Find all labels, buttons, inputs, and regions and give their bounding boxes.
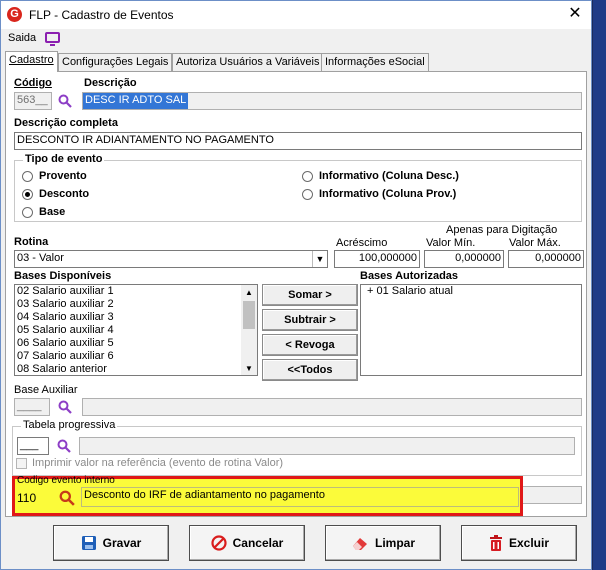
search-icon[interactable] [57, 439, 71, 453]
scroll-down-icon[interactable]: ▼ [245, 364, 253, 373]
close-icon[interactable]: ✕ [565, 4, 585, 24]
tab-autoriza-usuarios[interactable]: Autoriza Usuários a Variáveis [172, 53, 324, 71]
excluir-button[interactable]: Excluir [461, 525, 577, 561]
rotina-value: 03 - Valor [17, 252, 64, 264]
search-icon[interactable] [58, 400, 72, 414]
tabela-progressiva-field[interactable]: ___ [17, 437, 49, 455]
scroll-thumb[interactable] [243, 301, 255, 329]
list-item[interactable]: 07 Salario auxiliar 6 [15, 350, 257, 363]
valor-max-field[interactable]: 0,000000 [508, 250, 584, 268]
search-icon[interactable] [59, 490, 75, 506]
tipo-evento-group: Tipo de evento Provento Desconto Base In… [14, 153, 582, 222]
background-window-edge [593, 0, 606, 570]
radio-desconto-label: Desconto [39, 188, 90, 200]
cancelar-button[interactable]: Cancelar [189, 525, 305, 561]
list-item[interactable]: 02 Salario auxiliar 1 [15, 285, 257, 298]
search-icon[interactable] [58, 94, 72, 108]
tabela-progressiva-desc-field [79, 437, 575, 455]
revoga-button[interactable]: < Revoga [262, 334, 358, 356]
radio-informativo-desc-label: Informativo (Coluna Desc.) [319, 170, 459, 182]
scroll-up-icon[interactable]: ▲ [245, 288, 253, 297]
list-item[interactable]: 08 Salario anterior [15, 363, 257, 375]
tipo-evento-label: Tipo de evento [23, 153, 105, 165]
acrescimo-field[interactable]: 100,000000 [334, 250, 420, 268]
radio-desconto[interactable] [22, 189, 33, 200]
imprimir-checkbox[interactable] [16, 458, 27, 469]
tabela-progressiva-label: Tabela progressiva [21, 419, 118, 431]
codigo-evento-interno-label: Codigo evento interno [17, 475, 115, 486]
gravar-label: Gravar [102, 536, 142, 550]
trash-icon [489, 535, 502, 551]
codigo-label: Código [14, 77, 52, 89]
valor-min-label: Valor Mín. [426, 237, 476, 249]
base-auxiliar-desc-field [82, 398, 582, 416]
radio-informativo-prov-label: Informativo (Coluna Prov.) [319, 188, 457, 200]
descricao-value: DESC IR ADTO SAL [83, 93, 189, 109]
save-icon [81, 536, 96, 550]
bases-autorizadas-list[interactable]: + 01 Salario atual [360, 284, 582, 376]
radio-base[interactable] [22, 207, 33, 218]
tab-cadastro[interactable]: Cadastro [5, 51, 58, 72]
descricao-label: Descrição [84, 77, 137, 89]
monitor-icon[interactable] [45, 32, 60, 46]
somar-button[interactable]: Somar > [262, 284, 358, 306]
gravar-button[interactable]: Gravar [53, 525, 169, 561]
codigo-evento-interno-desc: Desconto do IRF de adiantamento no pagam… [81, 487, 519, 507]
limpar-button[interactable]: Limpar [325, 525, 441, 561]
excluir-label: Excluir [508, 536, 550, 550]
window-title: FLP - Cadastro de Eventos [29, 8, 174, 22]
menu-saida[interactable]: Saida [8, 32, 36, 44]
list-item[interactable]: 05 Salario auxiliar 4 [15, 324, 257, 337]
list-item[interactable]: 04 Salario auxiliar 3 [15, 311, 257, 324]
radio-informativo-desc[interactable] [302, 171, 313, 182]
radio-informativo-prov[interactable] [302, 189, 313, 200]
codigo-field[interactable]: 563__ [14, 92, 52, 110]
radio-provento-label: Provento [39, 170, 87, 182]
tab-informacoes-esocial[interactable]: Informações eSocial [321, 53, 429, 71]
descricao-completa-label: Descrição completa [14, 117, 118, 129]
list-item[interactable]: 03 Salario auxiliar 2 [15, 298, 257, 311]
menu-bar: Saida [1, 29, 591, 49]
descricao-completa-field[interactable]: DESCONTO IR ADIANTAMENTO NO PAGAMENTO [14, 132, 582, 150]
bases-disponiveis-label: Bases Disponíveis [14, 270, 112, 282]
valor-min-field[interactable]: 0,000000 [424, 250, 504, 268]
cancelar-label: Cancelar [232, 536, 284, 550]
bases-autorizadas-label: Bases Autorizadas [360, 270, 459, 282]
imprimir-label: Imprimir valor na referência (evento de … [32, 457, 284, 469]
limpar-label: Limpar [374, 536, 415, 550]
chevron-down-icon[interactable]: ▼ [312, 251, 327, 267]
valor-max-label: Valor Máx. [509, 237, 561, 249]
rotina-select[interactable]: 03 - Valor ▼ [14, 250, 328, 268]
rotina-label: Rotina [14, 236, 49, 248]
list-scrollbar[interactable]: ▲ ▼ [241, 285, 257, 375]
base-auxiliar-field[interactable]: ____ [14, 398, 50, 416]
apenas-digitacao-label: Apenas para Digitação [446, 224, 558, 236]
cancel-icon [211, 535, 227, 551]
todos-button[interactable]: <<Todos [262, 359, 358, 381]
app-logo-icon: G [7, 7, 22, 22]
base-auxiliar-label: Base Auxiliar [14, 384, 78, 396]
title-bar: G FLP - Cadastro de Eventos ✕ [1, 1, 591, 29]
cadastro-eventos-window: G FLP - Cadastro de Eventos ✕ Saida Cada… [0, 0, 592, 570]
list-item[interactable]: + 01 Salario atual [361, 285, 581, 298]
bases-disponiveis-list[interactable]: 02 Salario auxiliar 1 03 Salario auxilia… [14, 284, 258, 376]
tab-configuracoes-legais[interactable]: Configurações Legais [58, 53, 173, 71]
radio-provento[interactable] [22, 171, 33, 182]
subtrair-button[interactable]: Subtrair > [262, 309, 358, 331]
radio-base-label: Base [39, 206, 66, 218]
cod-interno-desc-tail [516, 486, 582, 504]
eraser-icon [352, 538, 367, 550]
list-item[interactable]: 06 Salario auxiliar 5 [15, 337, 257, 350]
cadastro-panel: Código 563__ Descrição DESC IR ADTO SAL … [5, 71, 587, 517]
descricao-field[interactable]: DESC IR ADTO SAL [82, 92, 582, 110]
acrescimo-label: Acréscimo [336, 237, 388, 249]
codigo-evento-interno-field[interactable]: 110 [17, 491, 36, 505]
codigo-evento-interno-highlight: Codigo evento interno 110 Desconto do IR… [12, 475, 523, 516]
